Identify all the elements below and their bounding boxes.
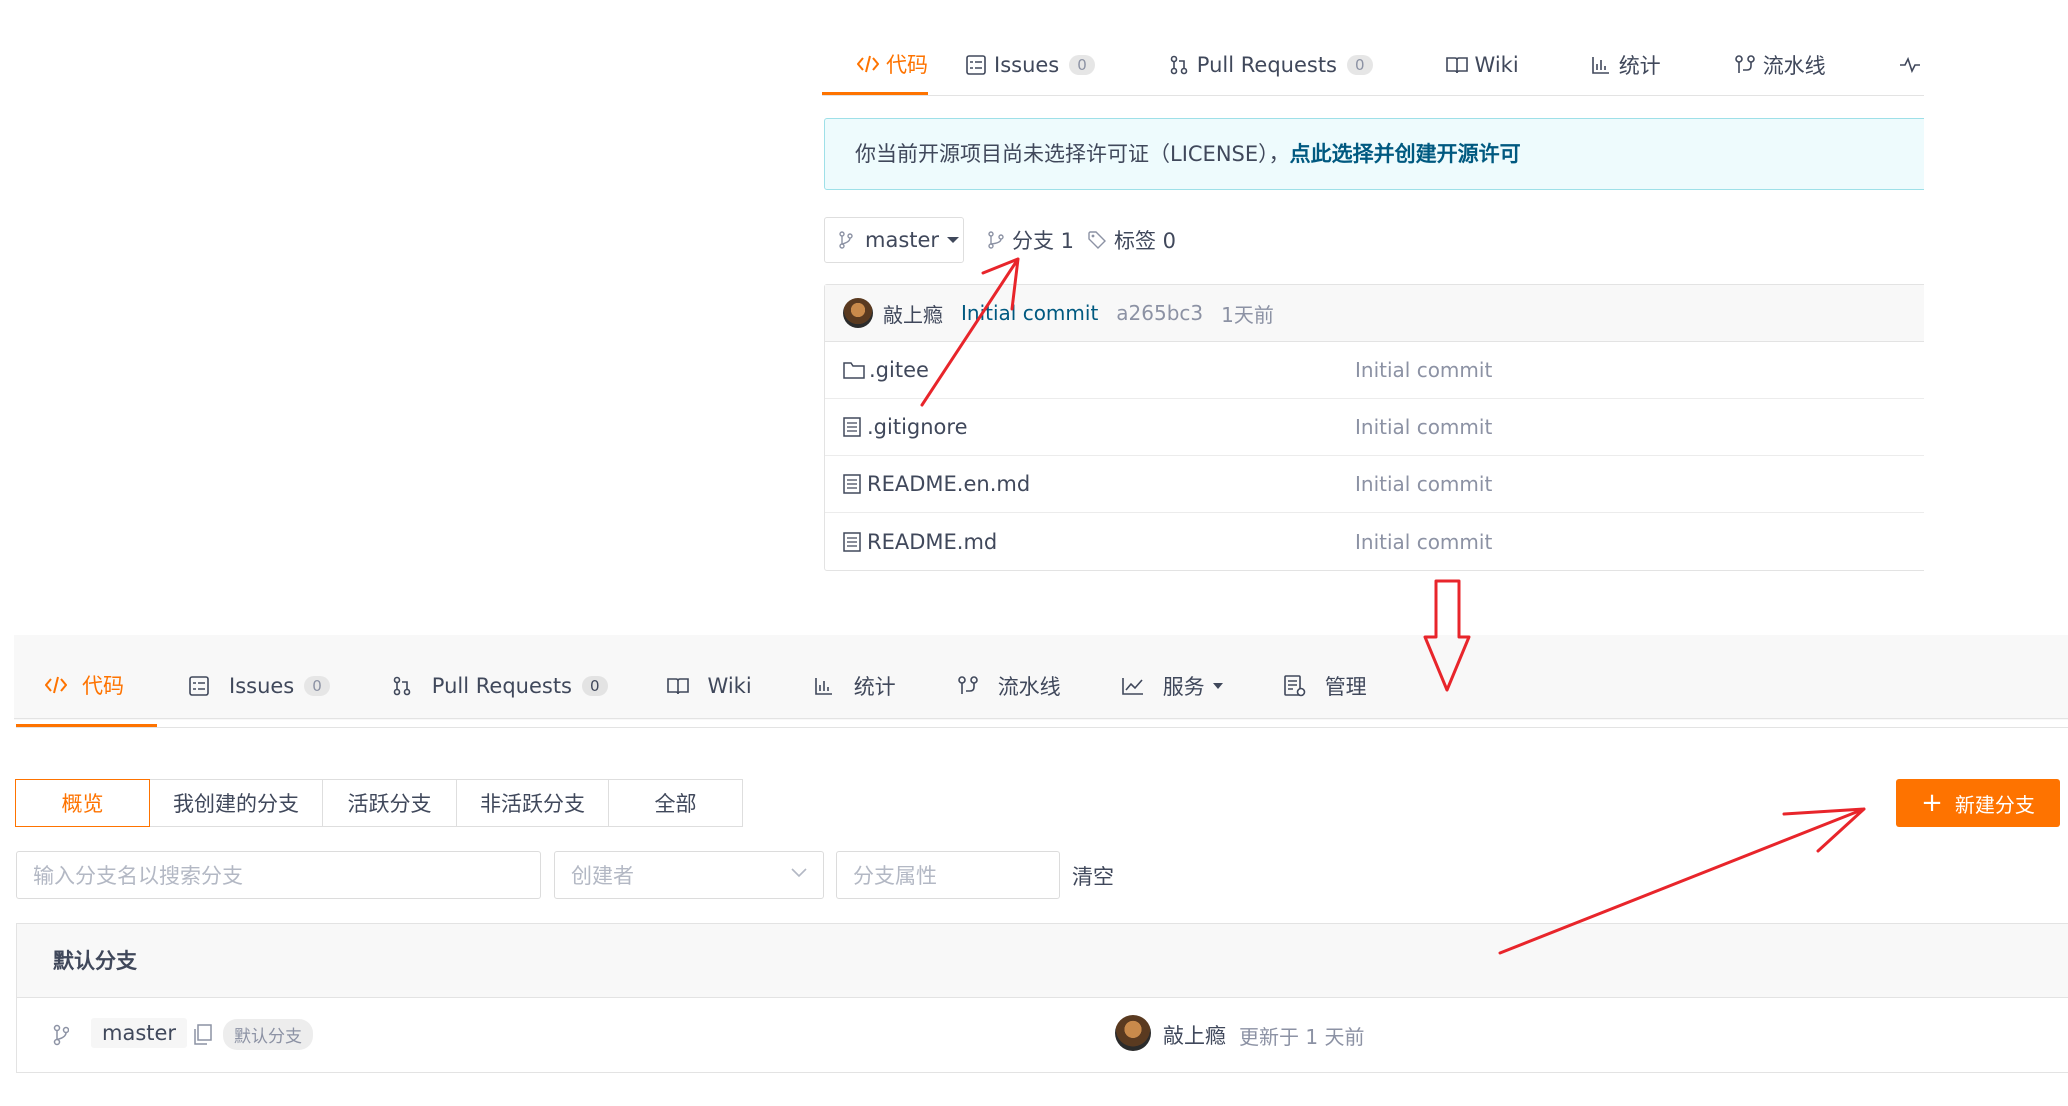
annotation-arrows bbox=[920, 257, 1866, 955]
arrow-to-new-branch bbox=[1498, 807, 1866, 955]
filter-tab-overview[interactable]: 概览 bbox=[15, 779, 150, 827]
arrow-to-branches bbox=[920, 257, 1020, 407]
down-arrow bbox=[1423, 579, 1471, 692]
